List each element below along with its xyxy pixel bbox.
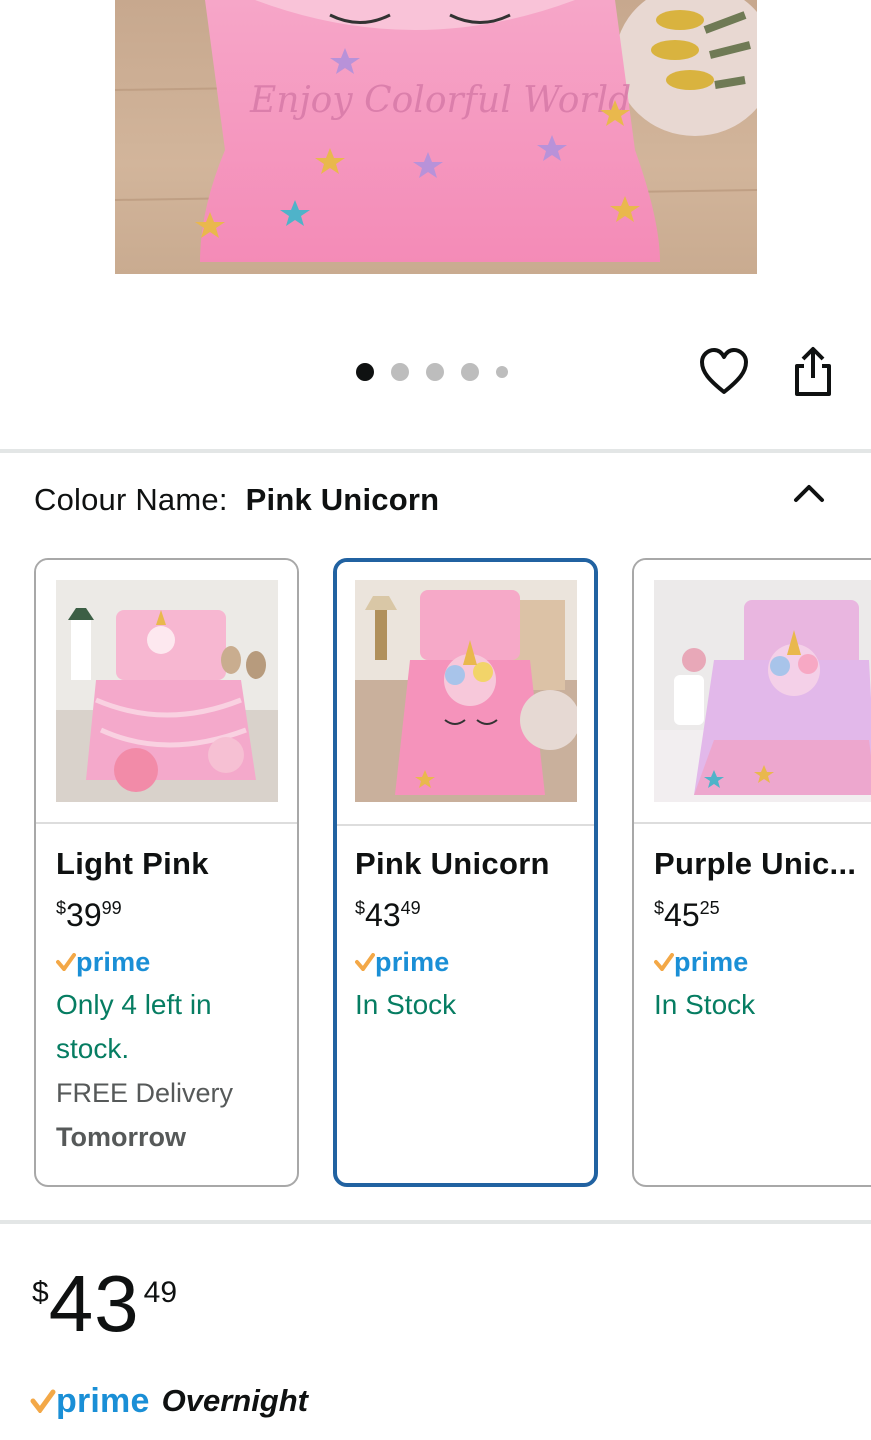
delivery-day: Tomorrow [56, 1122, 186, 1152]
price-fraction: 49 [143, 1276, 178, 1309]
chevron-up-icon[interactable] [790, 478, 828, 508]
stock-status: In Stock [355, 989, 457, 1020]
section-divider [0, 1220, 871, 1224]
carousel-dot-2[interactable] [391, 363, 409, 381]
colour-option-light-pink[interactable]: Light Pink $3999 prime Only 4 left in st… [34, 558, 299, 1187]
colour-name-row: Colour Name: Pink Unicorn [34, 482, 439, 518]
swatch-thumbnail [56, 580, 278, 802]
swatch-name: Purple Unic... [654, 846, 857, 881]
stock-status: In Stock [654, 989, 756, 1020]
price-symbol: $ [355, 898, 366, 918]
swatch-thumbnail [355, 580, 577, 802]
carousel-dot-4[interactable] [461, 363, 479, 381]
price-whole: 39 [66, 897, 102, 933]
prime-check-icon [654, 953, 674, 971]
swatch-thumbnail [654, 580, 871, 802]
prime-badge: prime [56, 945, 287, 979]
swatch-price: $4349 [355, 890, 584, 933]
prime-overnight-badge: prime Overnight [30, 1378, 308, 1424]
swatch-image-area [634, 560, 871, 824]
prime-label: prime [56, 1381, 150, 1420]
carousel-dot-5[interactable] [496, 366, 508, 378]
delivery-text: FREE Delivery [56, 1078, 234, 1108]
share-icon[interactable] [789, 346, 837, 398]
stock-status: Only 4 left in stock. [56, 989, 212, 1064]
price-fraction: 99 [101, 898, 122, 918]
carousel-dot-1[interactable] [356, 363, 374, 381]
swatch-price: $4525 [654, 890, 871, 933]
product-image-area[interactable]: Enjoy Colorful World [0, 0, 871, 300]
product-price: $ 43 49 [32, 1262, 177, 1352]
swatch-info: Light Pink $3999 prime Only 4 left in st… [56, 846, 287, 1159]
swatch-image-area [337, 562, 594, 826]
price-fraction: 49 [400, 898, 421, 918]
swatch-name: Pink Unicorn [355, 846, 550, 881]
prime-check-icon [30, 1389, 56, 1413]
colour-selected-value: Pink Unicorn [245, 482, 440, 517]
colour-option-purple-unicorn[interactable]: Purple Unic... $4525 prime In Stock [632, 558, 871, 1187]
carousel-dot-3[interactable] [426, 363, 444, 381]
section-divider [0, 449, 871, 453]
price-whole: 43 [48, 1259, 140, 1348]
colour-option-pink-unicorn[interactable]: Pink Unicorn $4349 prime In Stock [333, 558, 598, 1187]
price-symbol: $ [654, 898, 665, 918]
prime-check-icon [56, 953, 76, 971]
prime-label: prime [76, 946, 151, 977]
price-fraction: 25 [699, 898, 720, 918]
prime-label: prime [674, 946, 749, 977]
swatch-image-area [36, 560, 297, 824]
price-symbol: $ [32, 1276, 49, 1309]
product-photo[interactable]: Enjoy Colorful World [115, 0, 757, 274]
image-carousel-indicator[interactable] [356, 362, 508, 382]
swatch-price: $3999 [56, 890, 287, 933]
delivery-speed: Overnight [161, 1383, 308, 1418]
price-symbol: $ [56, 898, 67, 918]
colour-label: Colour Name: [34, 482, 228, 517]
swatch-info: Pink Unicorn $4349 prime In Stock [355, 846, 584, 1027]
swatch-info: Purple Unic... $4525 prime In Stock [654, 846, 871, 1027]
price-whole: 45 [664, 897, 700, 933]
prime-check-icon [355, 953, 375, 971]
prime-label: prime [375, 946, 450, 977]
heart-icon[interactable] [699, 348, 749, 396]
prime-badge: prime [654, 945, 871, 979]
price-whole: 43 [365, 897, 401, 933]
prime-badge: prime [355, 945, 584, 979]
hero-script-text: Enjoy Colorful World [249, 80, 631, 121]
swatch-name: Light Pink [56, 846, 209, 881]
